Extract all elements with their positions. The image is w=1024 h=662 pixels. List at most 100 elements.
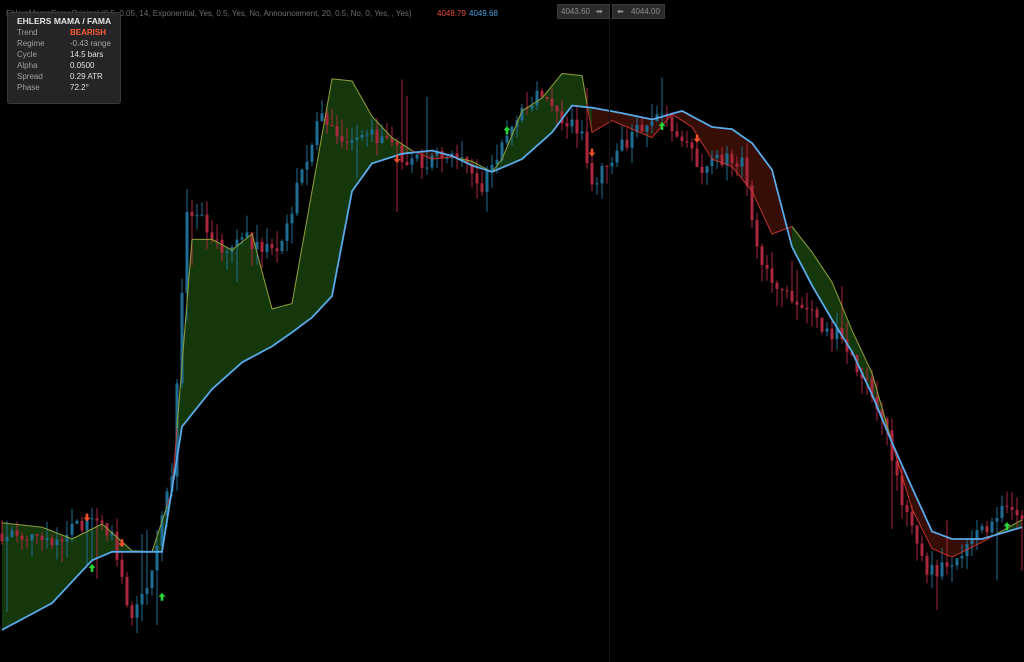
candle-bear	[585, 131, 589, 164]
candle-bear	[920, 543, 924, 556]
candle-bull	[350, 140, 354, 143]
candle-bull	[930, 565, 934, 575]
pane-divider	[609, 20, 610, 662]
candle-bull	[195, 215, 199, 217]
candle-bull	[595, 183, 599, 185]
candle-bear	[475, 173, 479, 184]
regime-value: -0.43 range	[70, 39, 111, 48]
candle-bear	[270, 244, 274, 249]
info-label: Spread	[17, 72, 43, 81]
candle-bear	[50, 538, 54, 546]
candle-bull	[240, 237, 244, 240]
candle-bear	[670, 116, 674, 132]
candle-bear	[865, 378, 869, 380]
candle-bear	[1015, 509, 1019, 516]
price-chart	[0, 72, 1024, 634]
candle-bull	[460, 157, 464, 159]
candle-bear	[680, 136, 684, 142]
info-label: Alpha	[17, 61, 38, 70]
candle-bear	[345, 141, 349, 143]
candle-bear	[100, 520, 104, 524]
candle-bear	[830, 328, 834, 340]
candle-bull	[650, 121, 654, 126]
candle-bull	[825, 328, 829, 332]
candle-bull	[265, 244, 269, 252]
candle-bear	[690, 142, 694, 149]
candle-bull	[410, 158, 414, 165]
info-row-alpha: Alpha 0.0500	[17, 61, 117, 72]
candle-bear	[35, 534, 39, 536]
candle-bull	[5, 536, 9, 542]
candle-bear	[770, 268, 774, 283]
candle-bull	[135, 604, 139, 618]
candle-bear	[25, 539, 29, 541]
candle-bear	[405, 162, 409, 165]
candle-bull	[705, 166, 709, 173]
candle-bull	[580, 131, 584, 134]
candle-bull	[315, 121, 319, 145]
candle-bull	[975, 530, 979, 539]
info-panel[interactable]: EHLERS MAMA / FAMA Trend BEARISH Regime …	[7, 12, 121, 104]
candle-bull	[55, 539, 59, 546]
candle-bull	[960, 556, 964, 559]
cycle-value: 14.5 bars	[70, 50, 104, 59]
candle-bull	[630, 131, 634, 148]
candle-bear	[905, 505, 909, 513]
candle-bear	[625, 139, 629, 148]
candle-bull	[10, 530, 14, 537]
candle-bear	[210, 232, 214, 240]
candle-bear	[785, 290, 789, 292]
candle-bear	[190, 212, 194, 217]
candle-bear	[695, 148, 699, 167]
candle-bull	[505, 135, 509, 143]
candle-bull	[620, 139, 624, 151]
info-row-spread: Spread 0.29 ATR	[17, 72, 117, 83]
candle-bear	[0, 533, 4, 542]
candle-bear	[40, 535, 44, 541]
bull-band	[177, 78, 417, 458]
candle-bear	[205, 214, 209, 233]
candle-bull	[30, 534, 34, 541]
candle-bear	[700, 166, 704, 173]
candle-bull	[430, 155, 434, 168]
price-box-left[interactable]: 4043.60 ➡	[557, 4, 610, 19]
candle-bear	[925, 556, 929, 575]
candle-bear	[335, 126, 339, 137]
candle-bull	[150, 570, 154, 589]
price-box-right[interactable]: ⬅ 4044.00	[612, 4, 665, 19]
info-label: Phase	[17, 83, 40, 92]
candle-bear	[215, 239, 219, 241]
trend-value: BEARISH	[70, 28, 107, 37]
candle-bull	[185, 212, 189, 293]
candle-bear	[385, 136, 389, 138]
candle-bull	[425, 167, 429, 169]
candle-bull	[1000, 505, 1004, 518]
candle-bull	[75, 520, 79, 524]
candle-bear	[790, 290, 794, 302]
candle-bear	[945, 562, 949, 567]
candle-bull	[950, 565, 954, 567]
candle-bear	[760, 246, 764, 265]
candle-bear	[420, 154, 424, 168]
buy-signal-arrow	[503, 126, 511, 135]
candle-bull	[990, 521, 994, 533]
spread-value: 0.29 ATR	[70, 72, 103, 81]
fama-value: 4048.79	[437, 9, 466, 18]
candle-bull	[360, 135, 364, 138]
candle-bear	[395, 142, 399, 146]
mama-value: 4049.68	[469, 9, 498, 18]
candle-bear	[775, 282, 779, 289]
info-label: Regime	[17, 39, 45, 48]
candle-bear	[125, 576, 129, 606]
candle-bear	[815, 309, 819, 318]
candle-bear	[80, 520, 84, 531]
info-row-phase: Phase 72.2°	[17, 83, 117, 94]
arrow-left-icon: ⬅	[617, 7, 624, 16]
candle-bull	[530, 105, 534, 109]
candle-bear	[130, 605, 134, 618]
candle-bear	[1005, 505, 1009, 507]
info-label: Cycle	[17, 50, 38, 59]
candle-bull	[90, 518, 94, 520]
candle-bull	[955, 558, 959, 566]
candle-bear	[540, 90, 544, 97]
